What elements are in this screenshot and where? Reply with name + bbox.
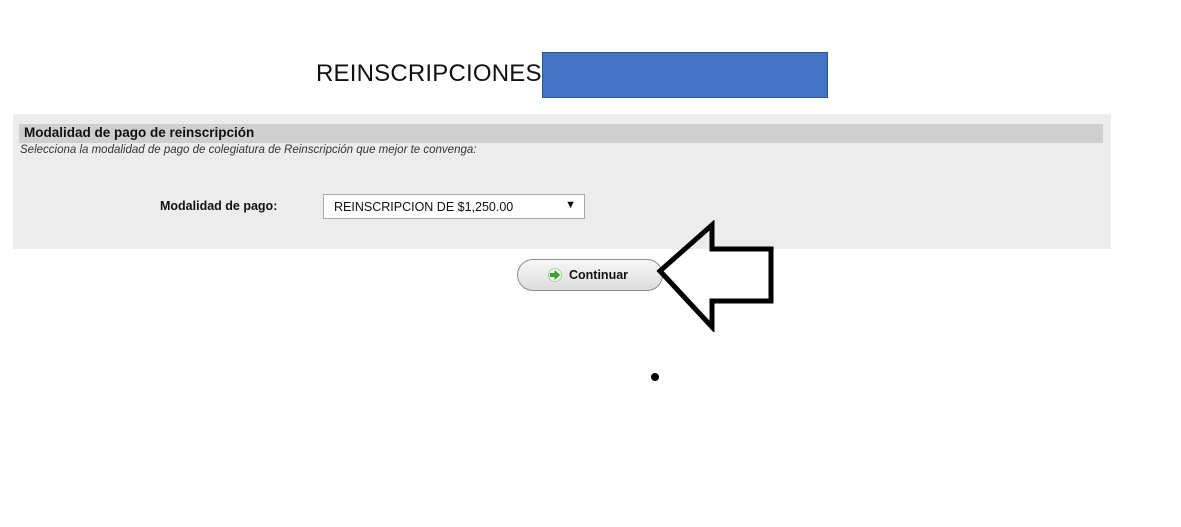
payment-mode-panel: Modalidad de pago de reinscripción Selec… xyxy=(13,114,1111,249)
payment-mode-label: Modalidad de pago: xyxy=(160,199,278,213)
panel-subtitle: Selecciona la modalidad de pago de coleg… xyxy=(20,144,477,156)
dropdown-arrow-icon: ▼ xyxy=(565,199,576,211)
annotation-arrow-icon xyxy=(656,220,774,332)
continue-button[interactable]: Continuar xyxy=(517,259,663,291)
continue-label: Continuar xyxy=(569,268,629,282)
panel-title: Modalidad de pago de reinscripción xyxy=(24,125,255,140)
arrow-right-icon xyxy=(548,268,562,282)
payment-mode-selected-value: REINSCRIPCION DE $1,250.00 xyxy=(334,200,514,214)
payment-mode-select[interactable]: REINSCRIPCION DE $1,250.00 ▼ xyxy=(323,194,585,219)
page-title: REINSCRIPCIONES xyxy=(316,60,542,87)
annotation-dot xyxy=(651,373,659,381)
panel-header: Modalidad de pago de reinscripción xyxy=(19,124,1103,143)
redaction-box xyxy=(542,52,828,98)
